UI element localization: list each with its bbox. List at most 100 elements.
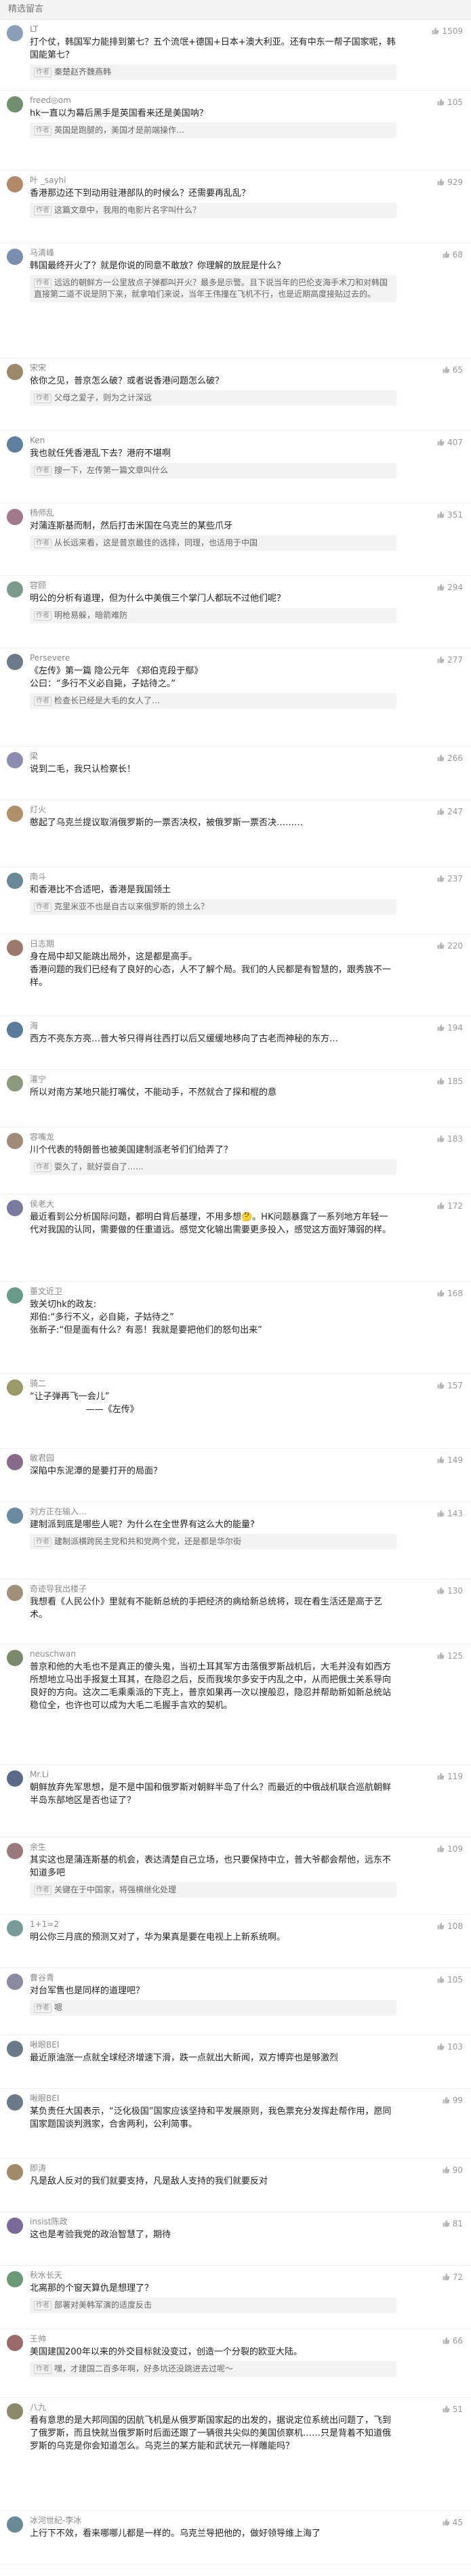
like-button[interactable]: 65 [442, 365, 463, 375]
like-button[interactable]: 103 [436, 2042, 463, 2052]
user-avatar[interactable] [7, 1585, 23, 1601]
comment-author-name[interactable]: 即涛 [30, 2163, 396, 2174]
comment-author-name[interactable]: 宋宋 [30, 362, 396, 373]
comment-author-name[interactable]: 灯火 [30, 804, 396, 815]
comment-author-name[interactable]: insist陈政 [30, 2216, 396, 2227]
comment-author-name[interactable]: 刘方正在输入… [30, 1506, 396, 1517]
like-button[interactable]: 194 [436, 1023, 463, 1033]
like-button[interactable]: 185 [436, 1077, 463, 1086]
like-button[interactable]: 105 [436, 98, 463, 107]
user-avatar[interactable] [7, 2041, 23, 2057]
comment-author-name[interactable]: 南斗 [30, 871, 396, 882]
comment-author-name[interactable]: 叶 _sayhi [30, 175, 396, 186]
user-avatar[interactable] [7, 2335, 23, 2351]
user-avatar[interactable] [7, 25, 23, 41]
user-avatar[interactable] [7, 2164, 23, 2180]
comment-author-name[interactable]: 骑二 [30, 1378, 396, 1389]
like-button[interactable]: 168 [436, 1289, 463, 1298]
comment-author-name[interactable]: 日志期 [30, 938, 396, 949]
like-button[interactable]: 237 [436, 874, 463, 884]
comment-author-name[interactable]: 敏君园 [30, 1453, 396, 1463]
like-button[interactable]: 266 [436, 753, 463, 763]
user-avatar[interactable] [7, 806, 23, 822]
user-avatar[interactable] [7, 1200, 23, 1216]
like-button[interactable]: 149 [436, 1455, 463, 1465]
user-avatar[interactable] [7, 1770, 23, 1787]
like-button[interactable]: 119 [436, 1772, 463, 1781]
like-button[interactable]: 125 [436, 1651, 463, 1661]
user-avatar[interactable] [7, 436, 23, 453]
user-avatar[interactable] [7, 2094, 23, 2111]
comment-author-name[interactable]: 冰河世纪-李冰 [30, 2515, 396, 2526]
comment-author-name[interactable]: 杨师乱 [30, 507, 396, 518]
like-button[interactable]: 220 [436, 941, 463, 951]
user-avatar[interactable] [7, 1075, 23, 1092]
comment-author-name[interactable]: 1+1=2 [30, 1919, 396, 1930]
like-button[interactable]: 90 [442, 2165, 463, 2175]
like-button[interactable]: 351 [436, 510, 463, 520]
comment-author-name[interactable]: 余生 [30, 1842, 396, 1852]
user-avatar[interactable] [7, 752, 23, 768]
like-button[interactable]: 99 [442, 2096, 463, 2105]
like-button[interactable]: 51 [442, 2405, 463, 2414]
user-avatar[interactable] [7, 249, 23, 265]
user-avatar[interactable] [7, 1843, 23, 1859]
like-button[interactable]: 108 [436, 1921, 463, 1931]
comment-author-name[interactable]: Persevere [30, 652, 396, 663]
comment-author-name[interactable]: freed◎om [30, 95, 396, 106]
comment-author-name[interactable]: 八九 [30, 2402, 396, 2413]
comment-author-name[interactable]: 奇迹导我出楼子 [30, 1583, 396, 1594]
user-avatar[interactable] [7, 1974, 23, 1990]
comment-author-name[interactable]: 啾眼BEI [30, 2093, 396, 2104]
user-avatar[interactable] [7, 509, 23, 525]
like-button[interactable]: 172 [436, 1201, 463, 1211]
user-avatar[interactable] [7, 1022, 23, 1038]
user-avatar[interactable] [7, 1650, 23, 1666]
user-avatar[interactable] [7, 1508, 23, 1524]
like-button[interactable]: 66 [442, 2336, 463, 2346]
user-avatar[interactable] [7, 2403, 23, 2419]
comment-author-name[interactable]: neuschwan [30, 1648, 396, 1659]
comment-author-name[interactable]: 董文近卫 [30, 1286, 396, 1297]
comment-author-name[interactable]: 梁 [30, 751, 396, 762]
user-avatar[interactable] [7, 2271, 23, 2287]
user-avatar[interactable] [7, 176, 23, 192]
user-avatar[interactable] [7, 1454, 23, 1470]
like-button[interactable]: 277 [436, 655, 463, 665]
like-button[interactable]: 45 [442, 2518, 463, 2527]
user-avatar[interactable] [7, 581, 23, 598]
user-avatar[interactable] [7, 940, 23, 956]
comment-author-name[interactable]: 容嘴龙 [30, 1131, 396, 1142]
like-button[interactable]: 157 [436, 1381, 463, 1390]
like-button[interactable]: 183 [436, 1134, 463, 1144]
comment-author-name[interactable]: 秋水长天 [30, 2270, 396, 2281]
comment-author-name[interactable]: LT [30, 24, 396, 35]
user-avatar[interactable] [7, 364, 23, 380]
like-button[interactable]: 105 [436, 1975, 463, 1985]
like-button[interactable]: 247 [436, 807, 463, 816]
like-button[interactable]: 68 [442, 250, 463, 259]
comment-author-name[interactable]: 容颐 [30, 580, 396, 591]
like-button[interactable]: 407 [436, 438, 463, 447]
user-avatar[interactable] [7, 873, 23, 889]
user-avatar[interactable] [7, 2218, 23, 2234]
like-button[interactable]: 130 [436, 1586, 463, 1596]
comment-author-name[interactable]: 王帅 [30, 2333, 396, 2344]
like-button[interactable]: 72 [442, 2272, 463, 2282]
like-button[interactable]: 929 [436, 178, 463, 187]
user-avatar[interactable] [7, 1920, 23, 1936]
like-button[interactable]: 81 [442, 2219, 463, 2228]
like-button[interactable]: 294 [436, 583, 463, 592]
comment-author-name[interactable]: Mr.Li [30, 1769, 396, 1780]
like-button[interactable]: 1509 [431, 26, 463, 36]
comment-author-name[interactable]: 侯老大 [30, 1199, 396, 1209]
user-avatar[interactable] [7, 96, 23, 112]
user-avatar[interactable] [7, 654, 23, 670]
like-button[interactable]: 143 [436, 1509, 463, 1518]
user-avatar[interactable] [7, 1287, 23, 1304]
comment-author-name[interactable]: 啾眼BEI [30, 2039, 396, 2050]
user-avatar[interactable] [7, 2516, 23, 2533]
user-avatar[interactable] [7, 1379, 23, 1396]
comment-author-name[interactable]: 海 [30, 1020, 396, 1031]
comment-author-name[interactable]: Ken [30, 435, 396, 446]
